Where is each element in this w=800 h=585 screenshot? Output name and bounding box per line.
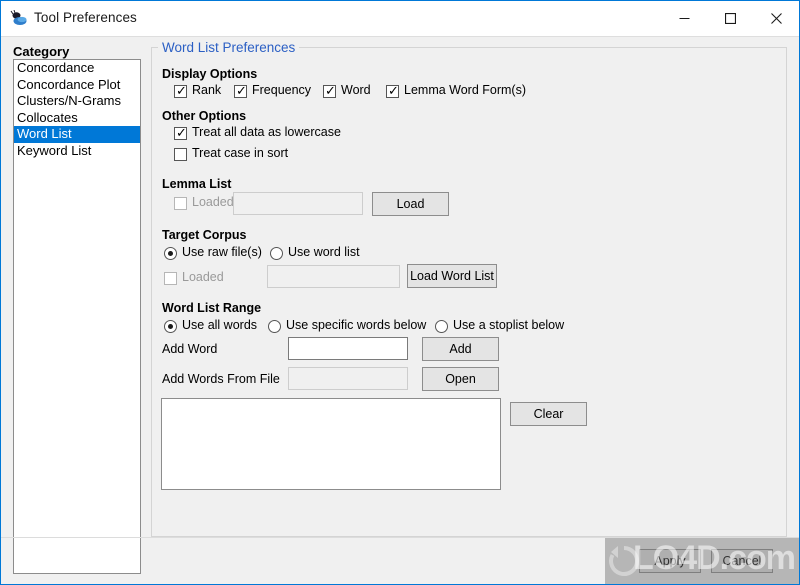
target-corpus-path-field <box>267 265 400 288</box>
add-word-input[interactable] <box>289 338 407 359</box>
apply-button[interactable]: Apply <box>639 549 701 573</box>
display-options-heading: Display Options <box>162 67 258 81</box>
checkbox-box[interactable]: ✓ <box>174 84 187 98</box>
checkbox-box[interactable]: ✓ <box>174 126 187 140</box>
add-words-from-file-label: Add Words From File <box>162 372 280 386</box>
sidebar-item-concordance-plot[interactable]: Concordance Plot <box>14 77 140 94</box>
checkbox-box[interactable] <box>174 148 187 161</box>
maximize-button[interactable] <box>707 1 753 36</box>
lemma-list-path-input <box>234 193 362 214</box>
stoplist-textarea[interactable] <box>161 398 501 490</box>
target-corpus-heading: Target Corpus <box>162 228 247 242</box>
other-options-heading: Other Options <box>162 109 247 123</box>
radio-button[interactable] <box>164 320 177 333</box>
checkbox-box <box>174 197 187 210</box>
radio-button[interactable] <box>270 247 283 260</box>
radio-label: Use raw file(s) <box>182 245 262 259</box>
radio-button[interactable] <box>164 247 177 260</box>
checkbox-box <box>164 272 177 285</box>
title-bar: Tool Preferences <box>1 1 799 37</box>
clear-button[interactable]: Clear <box>510 402 587 426</box>
groupbox-title: Word List Preferences <box>158 40 300 55</box>
radio-button[interactable] <box>435 320 448 333</box>
checkbox-label: Loaded <box>192 195 234 209</box>
add-word-button[interactable]: Add <box>422 337 499 361</box>
sidebar-item-clusters-ngrams[interactable]: Clusters/N-Grams <box>14 93 140 110</box>
radio-label: Use specific words below <box>286 318 427 332</box>
target-corpus-path-input <box>268 266 399 287</box>
checkbox-label: Rank <box>192 83 222 97</box>
minimize-button[interactable] <box>661 1 707 36</box>
checkbox-label: Treat all data as lowercase <box>192 125 341 139</box>
sidebar-item-keyword-list[interactable]: Keyword List <box>14 143 140 160</box>
radio-label: Use a stoplist below <box>453 318 565 332</box>
ant-app-icon <box>10 9 28 28</box>
sidebar-item-word-list[interactable]: Word List <box>14 126 140 143</box>
checkbox-box[interactable]: ✓ <box>386 84 399 98</box>
checkbox-label: Treat case in sort <box>192 146 289 160</box>
checkbox-box[interactable]: ✓ <box>234 84 247 98</box>
add-word-field[interactable] <box>288 337 408 360</box>
radio-label: Use word list <box>288 245 360 259</box>
radio-label: Use all words <box>182 318 258 332</box>
tool-preferences-window: Tool Preferences Category Concordance Co… <box>0 0 800 585</box>
cancel-button[interactable]: Cancel <box>711 549 773 573</box>
add-word-label: Add Word <box>162 342 218 356</box>
checkbox-label: Loaded <box>182 270 224 284</box>
open-file-button[interactable]: Open <box>422 367 499 391</box>
category-label: Category <box>13 44 70 59</box>
window-title: Tool Preferences <box>34 10 137 25</box>
add-words-from-file-field <box>288 367 408 390</box>
circular-arrow-logo-icon <box>607 544 641 578</box>
lemma-list-path-field <box>233 192 363 215</box>
sidebar-item-concordance[interactable]: Concordance <box>14 60 140 77</box>
checkbox-label: Frequency <box>252 83 312 97</box>
word-list-range-heading: Word List Range <box>162 301 262 315</box>
footer-separator <box>1 537 799 538</box>
load-word-list-button[interactable]: Load Word List <box>407 264 497 288</box>
category-list[interactable]: Concordance Concordance Plot Clusters/N-… <box>13 59 141 574</box>
sidebar-item-collocates[interactable]: Collocates <box>14 110 140 127</box>
checkbox-label: Lemma Word Form(s) <box>404 83 527 97</box>
checkbox-box[interactable]: ✓ <box>323 84 336 98</box>
lemma-list-heading: Lemma List <box>162 177 232 191</box>
close-button[interactable] <box>753 1 799 36</box>
add-words-from-file-input <box>289 368 407 389</box>
checkbox-label: Word <box>341 83 371 97</box>
radio-button[interactable] <box>268 320 281 333</box>
load-lemma-button[interactable]: Load <box>372 192 449 216</box>
